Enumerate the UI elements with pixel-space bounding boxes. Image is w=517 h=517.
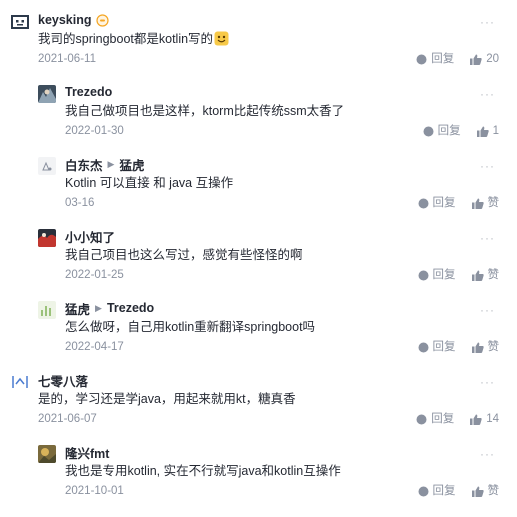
reply-to-name[interactable]: 猛虎 (119, 155, 144, 174)
avatar[interactable] (11, 13, 29, 31)
comment-bubble-icon (418, 486, 428, 496)
comment-actions: 回复 14 (416, 411, 499, 427)
avatar[interactable] (38, 157, 56, 175)
reply-button[interactable]: 回复 (418, 195, 456, 211)
thumbs-up-icon (470, 414, 482, 425)
like-button[interactable]: 14 (470, 411, 499, 427)
comment-item: 猛虎 ▶ Trezedo ··· 怎么做呀，自己用kotlin重新翻译sprin… (0, 296, 517, 366)
author-name[interactable]: keysking (38, 13, 92, 27)
comment-actions: 回复 赞 (418, 195, 499, 211)
comment-date: 2021-06-07 (38, 413, 97, 425)
reply-button[interactable]: 回复 (416, 51, 454, 67)
reply-button[interactable]: 回复 (416, 411, 454, 427)
thumbs-up-icon (471, 486, 484, 497)
comment-bubble-icon (418, 198, 428, 208)
author-name[interactable]: 隆兴fmt (65, 443, 109, 462)
like-button[interactable]: 赞 (471, 483, 499, 499)
reply-to-arrow-icon: ▶ (107, 158, 115, 169)
comment-item: keysking ··· 我司的springboot都是kotlin写的 202… (0, 8, 517, 78)
author-row: 七零八落 (38, 371, 88, 389)
comment-item: Trezedo ··· 我自己做项目也是这样，ktorm比起传统ssm太香了 2… (0, 80, 517, 150)
comment-date: 2022-01-30 (65, 125, 124, 137)
comment-bubble-icon (416, 54, 427, 64)
comment-bubble-icon (418, 270, 428, 280)
level-badge-icon (95, 13, 109, 27)
comment-item: 隆兴fmt ··· 我也是专用kotlin, 实在不行就写java和kotlin… (0, 440, 517, 510)
comment-date: 2022-01-25 (65, 269, 124, 281)
comment-content: 我司的springboot都是kotlin写的 (38, 30, 229, 48)
thumbs-up-icon (471, 270, 484, 281)
comment-date: 2022-04-17 (65, 341, 124, 353)
more-dots-icon[interactable]: ··· (480, 160, 495, 172)
comment-item: 七零八落 ··· 是的，学习还是学java，用起来就用kt，糖真香 2021-0… (0, 368, 517, 438)
comment-content: 我自己做项目也是这样，ktorm比起传统ssm太香了 (65, 104, 345, 118)
comment-content: 怎么做呀，自己用kotlin重新翻译springboot吗 (65, 320, 316, 334)
comment-actions: 回复 赞 (418, 483, 499, 499)
comment-actions: 回复 1 (423, 123, 499, 139)
thumbs-up-icon (470, 54, 482, 65)
more-dots-icon[interactable]: ··· (480, 304, 495, 316)
thumbs-up-icon (471, 342, 484, 353)
reply-button[interactable]: 回复 (418, 267, 456, 283)
avatar[interactable] (38, 445, 56, 463)
comment-actions: 回复 赞 (418, 339, 499, 355)
author-name[interactable]: Trezedo (65, 85, 112, 99)
like-button[interactable]: 赞 (471, 267, 499, 283)
comment-item: 小小知了 ··· 我自己项目也这么写过，感觉有些怪怪的啊 2022-01-25 … (0, 224, 517, 294)
author-name[interactable]: 白东杰 (65, 155, 103, 174)
comment-content: Kotlin 可以直接 和 java 互操作 (65, 176, 234, 190)
thumbs-up-icon (471, 198, 484, 209)
more-dots-icon[interactable]: ··· (480, 88, 495, 100)
comment-content: 我自己项目也这么写过，感觉有些怪怪的啊 (65, 248, 303, 262)
comment-actions: 回复 赞 (418, 267, 499, 283)
comment-actions: 回复 20 (416, 51, 499, 67)
reply-to-arrow-icon: ▶ (95, 302, 102, 313)
reply-button[interactable]: 回复 (418, 483, 456, 499)
more-dots-icon[interactable]: ··· (480, 232, 495, 244)
author-row: 隆兴fmt (65, 443, 109, 461)
reply-button[interactable]: 回复 (423, 123, 461, 139)
like-button[interactable]: 赞 (471, 195, 499, 211)
comment-bubble-icon (423, 126, 434, 136)
reply-to-name[interactable]: Trezedo (107, 301, 154, 315)
comment-bubble-icon (418, 342, 428, 352)
avatar[interactable] (38, 229, 56, 247)
author-name[interactable]: 猛虎 (65, 299, 90, 318)
author-row: 小小知了 (65, 227, 115, 245)
comment-bubble-icon (416, 414, 427, 424)
avatar[interactable] (11, 373, 29, 391)
author-name[interactable]: 七零八落 (38, 371, 88, 390)
avatar[interactable] (38, 301, 56, 319)
more-dots-icon[interactable]: ··· (480, 448, 495, 460)
author-row: Trezedo (65, 83, 112, 101)
comment-item: 白东杰 ▶ 猛虎 ··· Kotlin 可以直接 和 java 互操作 03-1… (0, 152, 517, 222)
comment-content: 是的，学习还是学java，用起来就用kt，糖真香 (38, 392, 296, 406)
avatar[interactable] (38, 85, 56, 103)
author-row: keysking (38, 11, 109, 29)
comment-date: 2021-06-11 (38, 53, 96, 65)
like-button[interactable]: 20 (470, 51, 499, 67)
reply-button[interactable]: 回复 (418, 339, 456, 355)
comment-date: 03-16 (65, 197, 95, 209)
more-dots-icon[interactable]: ··· (480, 376, 495, 388)
author-name[interactable]: 小小知了 (65, 227, 115, 246)
grin-emoji-icon (214, 31, 229, 51)
author-row: 白东杰 ▶ 猛虎 (65, 155, 144, 173)
thumbs-up-icon (476, 126, 489, 137)
like-button[interactable]: 1 (476, 123, 499, 139)
like-button[interactable]: 赞 (471, 339, 499, 355)
more-dots-icon[interactable]: ··· (480, 16, 495, 28)
comment-date: 2021-10-01 (65, 485, 124, 497)
author-row: 猛虎 ▶ Trezedo (65, 299, 154, 317)
comment-content: 我也是专用kotlin, 实在不行就写java和kotlin互操作 (65, 464, 341, 478)
